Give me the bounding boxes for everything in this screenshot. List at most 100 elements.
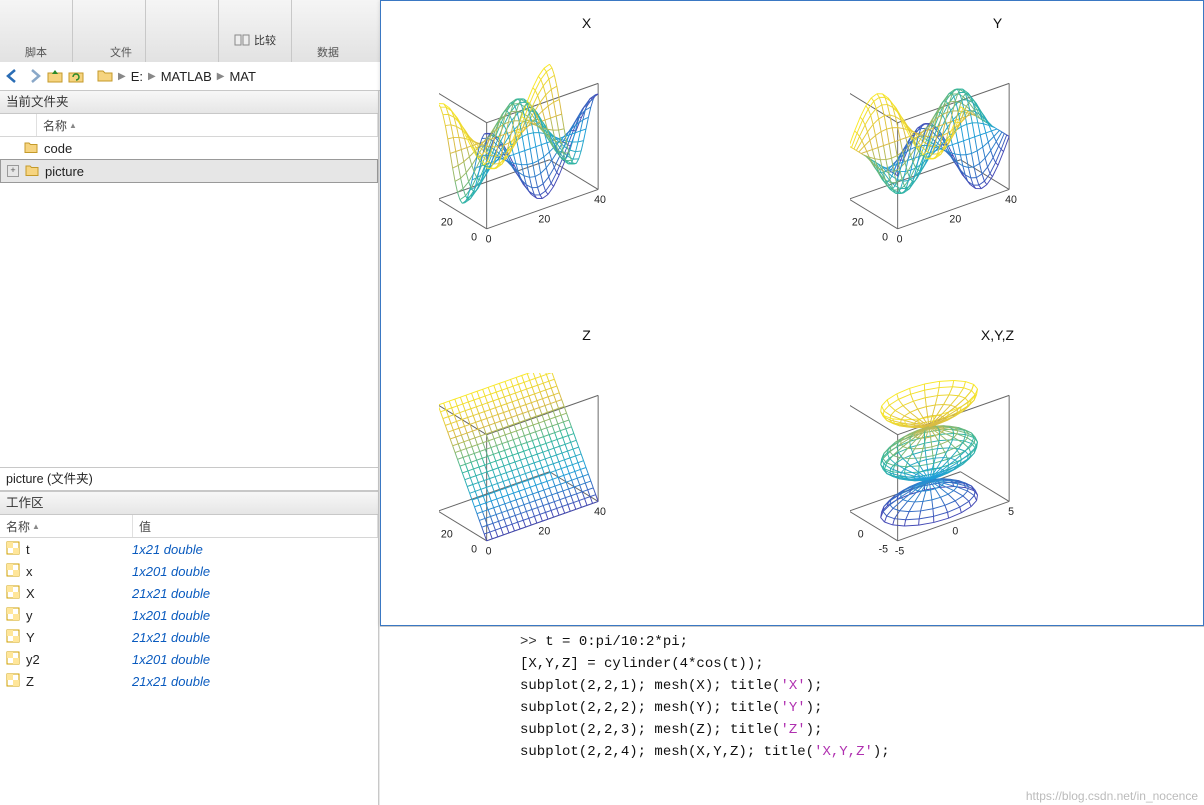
breadcrumb-segment[interactable]: MATLAB — [161, 69, 212, 84]
expand-icon[interactable]: + — [7, 165, 19, 177]
workspace-row[interactable]: y2 1x201 double — [0, 648, 378, 670]
chevron-right-icon: ▶ — [148, 71, 156, 82]
var-value: 21x21 double — [126, 674, 378, 689]
sort-asc-icon: ▲ — [32, 522, 40, 531]
breadcrumb-segment[interactable]: MAT — [229, 69, 255, 84]
var-name: t — [26, 542, 30, 557]
current-folder-panel: 名称▲ code + picture — [0, 114, 378, 467]
folder-list-body[interactable]: code + picture — [0, 137, 378, 467]
folder-icon — [24, 140, 38, 157]
svg-text:20: 20 — [440, 216, 452, 228]
variable-icon — [6, 585, 20, 602]
subplot-title: X,Y,Z — [792, 327, 1203, 343]
folder-list-header[interactable]: 名称▲ — [0, 114, 378, 137]
variable-icon — [6, 629, 20, 646]
svg-text:5: 5 — [1008, 506, 1014, 518]
column-name-header[interactable]: 名称 — [43, 117, 67, 134]
svg-text:40: 40 — [594, 194, 606, 206]
toolstrip-group-compare[interactable]: 比较 — [219, 0, 292, 62]
workspace-row[interactable]: y1x201 double — [0, 604, 378, 626]
toolstrip-group-data[interactable]: 数据 — [292, 0, 364, 62]
workspace-row[interactable]: Y 21x21 double — [0, 626, 378, 648]
svg-text:20: 20 — [440, 528, 452, 540]
svg-text:40: 40 — [1005, 194, 1017, 206]
svg-text:0: 0 — [952, 526, 958, 538]
svg-text:0: 0 — [896, 233, 902, 245]
subplot-title: Y — [792, 15, 1203, 31]
toolstrip-group-script[interactable]: 脚本 — [0, 0, 73, 62]
variable-icon — [6, 607, 20, 624]
workspace-row[interactable]: x 1x201 double — [0, 560, 378, 582]
svg-text:20: 20 — [538, 526, 550, 538]
watermark: https://blog.csdn.net/in_nocence — [1026, 789, 1198, 803]
refresh-folder-icon[interactable] — [67, 67, 85, 85]
var-value: 21x21 double — [126, 586, 378, 601]
var-value: 1x21 double — [126, 542, 378, 557]
svg-text:20: 20 — [949, 214, 961, 226]
sort-asc-icon: ▲ — [69, 121, 77, 130]
folder-icon — [97, 68, 113, 85]
subplot[interactable]: X-5050204002040 — [381, 1, 792, 313]
var-name: Y — [26, 630, 35, 645]
toolstrip-group-3[interactable] — [146, 0, 219, 62]
var-name: y2 — [26, 652, 40, 667]
forward-icon[interactable] — [25, 67, 43, 85]
svg-text:20: 20 — [538, 214, 550, 226]
subplot[interactable]: Y-5050204002040 — [792, 1, 1203, 313]
workspace-row[interactable]: X 21x21 double — [0, 582, 378, 604]
svg-text:0: 0 — [485, 233, 491, 245]
svg-text:40: 40 — [594, 506, 606, 518]
compare-icon: 比较 — [234, 32, 276, 48]
folder-row[interactable]: + picture — [0, 159, 378, 183]
ws-col-value[interactable]: 值 — [133, 515, 378, 537]
subplot-title: X — [381, 15, 792, 31]
command-window[interactable]: >> t = 0:pi/10:2*pi;[X,Y,Z] = cylinder(4… — [380, 626, 1204, 805]
var-name: X — [26, 586, 35, 601]
workspace-panel: 名称▲ 值 t 1x21 double x 1x201 double X 21x21 do… — [0, 515, 378, 805]
section-label: 文件 — [110, 44, 132, 60]
workspace-title: 工作区 — [0, 491, 378, 515]
variable-icon — [6, 673, 20, 690]
var-value: 1x201 double — [126, 564, 378, 579]
var-name: Z — [26, 674, 34, 689]
svg-text:0: 0 — [882, 231, 888, 243]
svg-text:0: 0 — [857, 528, 863, 540]
variable-icon — [6, 541, 20, 558]
figure-window[interactable]: X-5050204002040Y-5050204002040Z00.510204… — [380, 0, 1204, 626]
current-folder-title: 当前文件夹 — [0, 90, 378, 114]
svg-text:0: 0 — [471, 543, 477, 555]
folder-row[interactable]: code — [0, 137, 378, 159]
toolstrip-label: 数据 — [317, 44, 339, 60]
workspace-header[interactable]: 名称▲ 值 — [0, 515, 378, 538]
folder-details: picture (文件夹) — [0, 467, 378, 491]
svg-text:0: 0 — [471, 231, 477, 243]
svg-text:0: 0 — [485, 545, 491, 557]
svg-text:-5: -5 — [894, 545, 904, 557]
svg-text:-5: -5 — [878, 543, 888, 555]
var-value: 21x21 double — [126, 630, 378, 645]
var-value: 1x201 double — [126, 652, 378, 667]
workspace-row[interactable]: Z 21x21 double — [0, 670, 378, 692]
app-root: { "toolstrip": { "items": ["脚本","","","比… — [0, 0, 1204, 805]
folder-name: code — [44, 141, 72, 156]
up-folder-icon[interactable] — [46, 67, 64, 85]
folder-name: picture — [45, 164, 84, 179]
breadcrumb-segment[interactable]: E: — [131, 69, 143, 84]
workspace-row[interactable]: t 1x21 double — [0, 538, 378, 560]
variable-icon — [6, 651, 20, 668]
back-icon[interactable] — [4, 67, 22, 85]
folder-icon — [25, 163, 39, 180]
subplot[interactable]: X,Y,Z00.51-505-505 — [792, 313, 1203, 625]
toolstrip-label: 脚本 — [25, 44, 47, 60]
var-value: 1x201 double — [126, 608, 378, 623]
ws-col-name[interactable]: 名称 — [6, 518, 30, 535]
workspace-table[interactable]: t 1x21 double x 1x201 double X 21x21 double y1… — [0, 538, 378, 805]
chevron-right-icon: ▶ — [217, 71, 225, 82]
var-name: x — [26, 564, 33, 579]
chevron-right-icon: ▶ — [118, 71, 126, 82]
svg-text:20: 20 — [851, 216, 863, 228]
subplot[interactable]: Z00.510204002040 — [381, 313, 792, 625]
address-bar[interactable]: ▶ E: ▶ MATLAB ▶ MAT — [0, 62, 386, 91]
subplot-grid: X-5050204002040Y-5050204002040Z00.510204… — [381, 1, 1203, 625]
variable-icon — [6, 563, 20, 580]
